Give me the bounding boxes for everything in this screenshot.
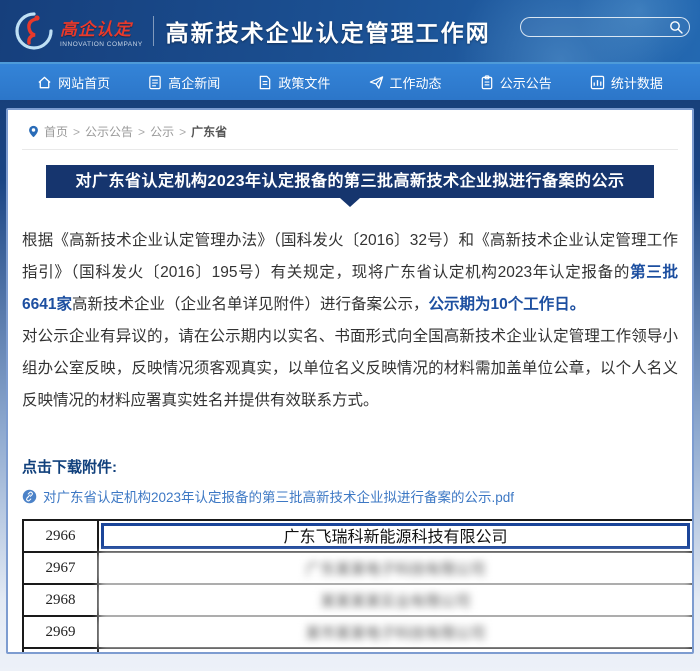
news-icon xyxy=(149,75,161,89)
nav-item-announcements[interactable]: 公示公告 xyxy=(472,64,560,100)
table-row: 2967 广东某某电子科技有限公司 xyxy=(22,551,692,585)
breadcrumb-announcements[interactable]: 公示公告 xyxy=(85,123,133,140)
breadcrumb-home[interactable]: 首页 xyxy=(44,123,68,140)
content-panel: 首页 > 公示公告 > 公示 > 广东省 对广东省认定机构2023年认定报备的第… xyxy=(6,108,694,654)
logo-subtext: INNOVATION COMPANY xyxy=(60,40,143,48)
nav-label: 高企新闻 xyxy=(168,75,221,91)
attachment-link-icon xyxy=(22,489,37,503)
row-number-cell xyxy=(22,647,99,652)
nav-item-updates[interactable]: 工作动态 xyxy=(361,64,450,100)
table-row: 2966 广东飞瑞科新能源科技有限公司 xyxy=(22,519,692,553)
logo-divider xyxy=(152,16,154,46)
clipboard-icon xyxy=(481,74,492,89)
paragraph-1: 根据《高新技术企业认定管理办法》（国科发火〔2016〕32号）和《高新技术企业认… xyxy=(22,225,678,321)
row-number-cell: 2969 xyxy=(22,615,99,649)
row-number-cell: 2966 xyxy=(22,519,99,553)
company-cell: 广东飞瑞科新能源科技有限公司 xyxy=(97,519,692,553)
search-input[interactable] xyxy=(531,21,669,33)
attachment-section-label: 点击下载附件: xyxy=(22,459,117,476)
nav-label: 政策文件 xyxy=(278,75,331,91)
breadcrumb-separator: > xyxy=(179,124,187,139)
paragraph-2: 对公示企业有异议的，请在公示期内以实名、书面形式向全国高新技术企业认定管理工作领… xyxy=(22,328,678,409)
breadcrumb-separator: > xyxy=(73,124,81,139)
p1-highlight-period: 公示期为10个工作日。 xyxy=(428,296,586,313)
company-cell-blurred: 某市某某电子科技有限公司 xyxy=(97,615,692,649)
company-cell-blurred: 某某某某实业有限公司 xyxy=(97,583,692,617)
nav-label: 公示公告 xyxy=(499,75,552,91)
announcement-body: 根据《高新技术企业认定管理办法》（国科发火〔2016〕32号）和《高新技术企业认… xyxy=(22,225,678,417)
nav-label: 网站首页 xyxy=(58,75,111,91)
breadcrumb-separator: > xyxy=(138,124,146,139)
site-title: 高新技术企业认定管理工作网 xyxy=(165,20,491,46)
policy-doc-icon xyxy=(260,75,271,89)
table-row: 2968 某某某某实业有限公司 xyxy=(22,583,692,617)
nav-item-statistics[interactable]: 统计数据 xyxy=(582,64,671,100)
paper-plane-icon xyxy=(369,75,383,89)
nav-item-policy[interactable]: 政策文件 xyxy=(250,64,338,100)
chart-icon xyxy=(590,75,605,89)
logo-text: 高企认定 xyxy=(60,19,132,39)
main-nav: 网站首页 高企新闻 政策文件 工作动态 公示公告 统计数据 xyxy=(0,62,700,100)
table-row-partial xyxy=(22,647,692,652)
p1-text: 根据《高新技术企业认定管理办法》（国科发火〔2016〕32号）和《高新技术企业认… xyxy=(22,232,678,281)
company-roster-table: 2966 广东飞瑞科新能源科技有限公司 2967 广东某某电子科技有限公司 29… xyxy=(22,519,692,652)
company-cell-blurred: 广东某某电子科技有限公司 xyxy=(97,551,692,585)
location-pin-icon xyxy=(29,125,38,138)
row-number-cell: 2967 xyxy=(22,551,99,585)
announcement-title-banner: 对广东省认定机构2023年认定报备的第三批高新技术企业拟进行备案的公示 xyxy=(46,165,654,198)
site-header: 高企认定 INNOVATION COMPANY 高新技术企业认定管理工作网 xyxy=(0,0,700,62)
search-box[interactable] xyxy=(520,17,690,37)
site-logo[interactable]: 高企认定 INNOVATION COMPANY xyxy=(14,11,143,51)
breadcrumb: 首页 > 公示公告 > 公示 > 广东省 xyxy=(22,110,678,150)
nav-label: 统计数据 xyxy=(610,75,663,91)
company-cell xyxy=(97,647,692,652)
search-icon[interactable] xyxy=(669,20,683,34)
nav-item-home[interactable]: 网站首页 xyxy=(29,64,118,100)
attachment-row: 对广东省认定机构2023年认定报备的第三批高新技术企业拟进行备案的公示.pdf xyxy=(22,486,678,506)
table-row: 2969 某市某某电子科技有限公司 xyxy=(22,615,692,649)
nav-item-news[interactable]: 高企新闻 xyxy=(140,64,228,100)
selected-company-cell[interactable]: 广东飞瑞科新能源科技有限公司 xyxy=(101,523,690,549)
breadcrumb-publicity[interactable]: 公示 xyxy=(150,123,174,140)
nav-label: 工作动态 xyxy=(389,75,442,91)
logo-swoosh-icon xyxy=(15,12,53,50)
breadcrumb-guangdong: 广东省 xyxy=(191,125,228,139)
p1-text: 高新技术企业（企业名单详见附件）进行备案公示， xyxy=(71,296,429,313)
attachment-pdf-link[interactable]: 对广东省认定机构2023年认定报备的第三批高新技术企业拟进行备案的公示.pdf xyxy=(43,486,514,506)
home-icon xyxy=(38,76,51,88)
row-number-cell: 2968 xyxy=(22,583,99,617)
